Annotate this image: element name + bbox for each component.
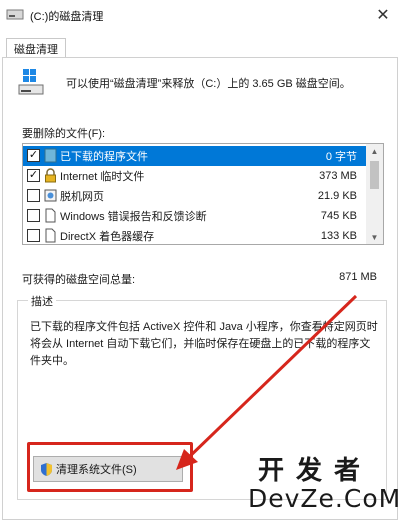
close-button[interactable]: ✕ [363,0,403,30]
tab-disk-cleanup[interactable]: 磁盘清理 [6,38,66,58]
watermark-line2: DevZe.CoM [248,484,402,513]
window-title: (C:)的磁盘清理 [30,11,104,23]
checkbox-checked[interactable]: ✓ [27,169,40,182]
file-name: DirectX 着色器缓存 [60,231,155,243]
scroll-down-icon[interactable]: ▼ [366,230,383,244]
checkbox-checked[interactable]: ✓ [27,149,40,162]
file-list[interactable]: ✓ 已下载的程序文件 0 字节 ✓ Internet 临时文件 373 MB 脱… [22,143,384,245]
intro-text: 可以使用“磁盘清理”来释放（C:）上的 3.65 GB 磁盘空间。 [66,78,351,90]
file-icon [45,228,56,243]
list-item[interactable]: Windows 错误报告和反馈诊断 745 KB [23,206,367,226]
file-name: Internet 临时文件 [60,171,145,183]
lock-icon [45,168,56,183]
list-item[interactable]: 脱机网页 21.9 KB [23,186,367,206]
files-to-delete-label: 要删除的文件(F): [22,128,106,140]
file-size: 21.9 KB [317,190,357,202]
checkbox-unchecked[interactable] [27,189,40,202]
list-item[interactable]: ✓ 已下载的程序文件 0 字节 [23,146,367,166]
total-space-label: 可获得的磁盘空间总量: [22,274,136,286]
list-item[interactable]: DirectX 着色器缓存 133 KB [23,226,367,244]
scroll-up-icon[interactable]: ▲ [366,144,383,158]
checkbox-unchecked[interactable] [27,229,40,242]
file-size: 745 KB [320,210,357,222]
total-space-value: 871 MB [339,271,377,283]
file-name: Windows 错误报告和反馈诊断 [60,211,207,223]
list-item[interactable]: ✓ Internet 临时文件 373 MB [23,166,367,186]
folder-icon [44,148,57,163]
offline-page-icon [44,189,57,202]
file-icon [45,208,56,223]
file-name: 脱机网页 [60,191,104,203]
vertical-scrollbar[interactable]: ▲ ▼ [366,144,383,244]
description-text: 已下载的程序文件包括 ActiveX 控件和 Java 小程序，你查看特定网页时… [30,321,378,367]
description-title: 描述 [28,293,56,309]
close-icon: ✕ [376,7,390,24]
file-size: 0 字节 [325,151,357,163]
highlight-box [27,442,193,492]
watermark-line1: 开发者 [258,456,373,486]
file-size: 373 MB [319,170,357,182]
file-name: 已下载的程序文件 [60,151,148,163]
tab-strip: 磁盘清理 [0,30,403,58]
drive-icon [18,69,44,95]
file-size: 133 KB [320,230,357,242]
scrollbar-thumb[interactable] [370,161,379,189]
checkbox-unchecked[interactable] [27,209,40,222]
disk-cleanup-icon [6,9,24,20]
title-bar: (C:)的磁盘清理 ✕ [0,0,403,30]
